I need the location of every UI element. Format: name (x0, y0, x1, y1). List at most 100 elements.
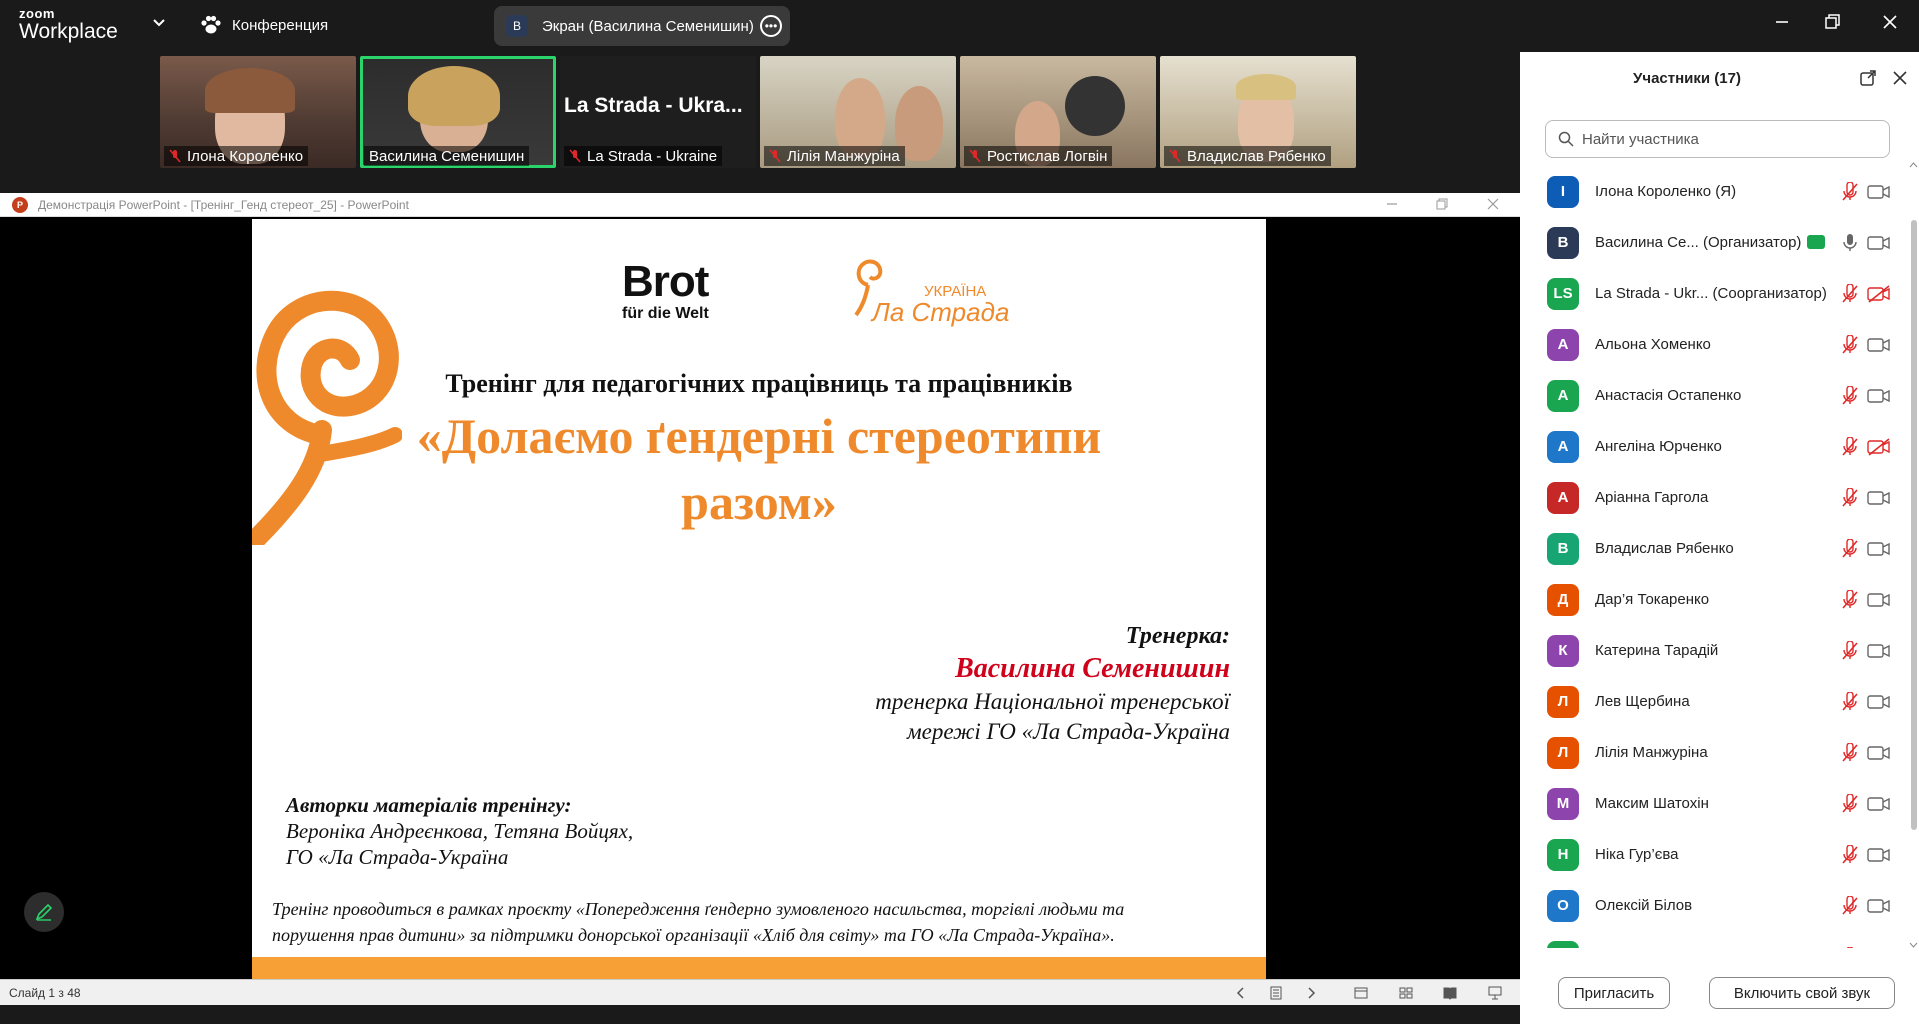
participant-row[interactable]: А Альона Хоменко (1520, 319, 1908, 370)
close-window-icon[interactable] (1880, 12, 1900, 32)
participant-avatar: Л (1547, 685, 1579, 718)
mic-muted-icon[interactable] (1840, 691, 1860, 712)
logo-bottom-text: Workplace (19, 20, 118, 43)
camera-icon[interactable] (1867, 488, 1891, 508)
participant-row[interactable]: І Ілона Короленко (Я) (1520, 166, 1908, 217)
search-input[interactable] (1582, 130, 1872, 148)
participant-avatar: В (1547, 532, 1579, 565)
participant-row[interactable]: LS La Strada - Ukr... (Соорганизатор) (1520, 268, 1908, 319)
trainer-description-line1: тренерка Національної тренерської (875, 689, 1230, 714)
mic-muted-icon[interactable] (1840, 946, 1860, 949)
previous-slide-icon[interactable] (1233, 985, 1249, 1001)
camera-icon[interactable] (1867, 539, 1891, 559)
scroll-up-icon[interactable] (1908, 160, 1919, 170)
participant-row[interactable]: В Владислав Рябенко (1520, 523, 1908, 574)
camera-icon[interactable] (1867, 182, 1891, 202)
meeting-button[interactable]: Конференция (200, 15, 328, 35)
ppt-restore-icon[interactable] (1435, 197, 1449, 211)
camera-off-icon[interactable] (1867, 437, 1891, 457)
slide-list-icon[interactable] (1268, 985, 1284, 1001)
ppt-close-icon[interactable] (1486, 197, 1500, 211)
video-thumb-2[interactable]: Василина Семенишин (360, 56, 556, 168)
participant-row[interactable]: К Катерина Тарадій (1520, 625, 1908, 676)
unmute-self-button[interactable]: Включить свой звук (1709, 977, 1895, 1009)
footer-line1: Тренінг проводиться в рамках проєкту «По… (272, 899, 1125, 919)
participant-row[interactable]: А Анастасія Остапенко (1520, 370, 1908, 421)
mic-muted-icon[interactable] (1840, 436, 1860, 457)
camera-icon[interactable] (1867, 896, 1891, 916)
participant-row[interactable]: РРостислав Логвін (1520, 931, 1908, 948)
restore-icon[interactable] (1822, 12, 1842, 32)
participant-name-text: Альона Хоменко (1595, 336, 1711, 353)
next-slide-icon[interactable] (1303, 985, 1319, 1001)
participant-name: Ілона Короленко (Я) (1595, 183, 1736, 200)
close-icon[interactable] (1892, 70, 1908, 86)
video-thumb-4[interactable]: Лілія Манжуріна (760, 56, 956, 168)
thumb-name: Владислав Рябенко (1187, 147, 1326, 165)
thumb-display-text: La Strada - Ukra... (564, 94, 743, 117)
slideshow-icon[interactable] (1487, 985, 1503, 1001)
participant-row[interactable]: Н Ніка Гур’єва (1520, 829, 1908, 880)
participant-row[interactable]: Л Лев Щербина (1520, 676, 1908, 727)
participant-name: Владислав Рябенко (1595, 540, 1734, 557)
popout-icon[interactable] (1859, 69, 1877, 87)
la-strada-logo-text: Ла Страда (872, 297, 1010, 327)
mic-muted-icon[interactable] (1840, 181, 1860, 202)
more-icon[interactable]: ••• (760, 15, 782, 37)
video-thumb-3[interactable]: La Strada - Ukra... La Strada - Ukraine (560, 56, 756, 168)
camera-icon[interactable] (1867, 692, 1891, 712)
reading-view-icon[interactable] (1442, 985, 1458, 1001)
slide-sorter-icon[interactable] (1398, 985, 1414, 1001)
mic-icon[interactable] (1840, 233, 1860, 253)
invite-button[interactable]: Пригласить (1558, 977, 1670, 1009)
mic-muted-icon[interactable] (1840, 844, 1860, 865)
camera-icon[interactable] (1867, 233, 1891, 253)
slide-subtitle: Тренінг для педагогічних працівниць та п… (445, 369, 1073, 398)
mic-muted-icon[interactable] (1840, 742, 1860, 763)
participant-row[interactable]: Д Дар’я Токаренко (1520, 574, 1908, 625)
participant-row[interactable]: А Ангеліна Юрченко (1520, 421, 1908, 472)
ppt-minimize-icon[interactable] (1385, 197, 1399, 211)
scroll-thumb[interactable] (1911, 220, 1917, 830)
video-thumb-5[interactable]: Ростислав Логвін (960, 56, 1156, 168)
participant-row[interactable]: В Василина Се... (Организатор) (1520, 217, 1908, 268)
screen-share-pill[interactable]: В Экран (Василина Семенишин) ••• (494, 6, 790, 46)
mic-muted-icon[interactable] (1840, 895, 1860, 916)
participant-row[interactable]: О Олексій Білов (1520, 880, 1908, 931)
mic-muted-icon (569, 149, 581, 163)
mic-muted-icon[interactable] (1840, 334, 1860, 355)
camera-off-icon[interactable] (1867, 284, 1891, 304)
mic-muted-icon[interactable] (1840, 538, 1860, 559)
camera-icon[interactable] (1867, 845, 1891, 865)
participant-avatar: А (1547, 379, 1579, 412)
mic-muted-icon[interactable] (1840, 385, 1860, 406)
camera-icon[interactable] (1867, 743, 1891, 763)
camera-icon[interactable] (1867, 947, 1891, 949)
chevron-down-icon[interactable] (152, 16, 166, 30)
trainer-label: Тренерка: (1125, 623, 1230, 649)
participant-row[interactable]: Л Лілія Манжуріна (1520, 727, 1908, 778)
video-thumb-6[interactable]: Владислав Рябенко (1160, 56, 1356, 168)
mic-muted-icon[interactable] (1840, 283, 1860, 304)
normal-view-icon[interactable] (1353, 985, 1369, 1001)
scroll-down-icon[interactable] (1908, 940, 1919, 950)
camera-icon[interactable] (1867, 590, 1891, 610)
mic-muted-icon[interactable] (1840, 793, 1860, 814)
camera-icon[interactable] (1867, 794, 1891, 814)
mic-muted-icon[interactable] (1840, 589, 1860, 610)
mic-muted-icon[interactable] (1840, 487, 1860, 508)
participant-row[interactable]: М Максим Шатохін (1520, 778, 1908, 829)
thumb-name-tag: Ілона Короленко (164, 146, 309, 166)
participant-row[interactable]: А Аріанна Гаргола (1520, 472, 1908, 523)
participant-avatar: О (1547, 889, 1579, 922)
annotate-button[interactable] (24, 892, 64, 932)
minimize-icon[interactable] (1772, 12, 1792, 32)
participant-name: Василина Се... (Организатор) (1595, 234, 1826, 251)
camera-icon[interactable] (1867, 641, 1891, 661)
video-thumb-1[interactable]: Ілона Короленко (160, 56, 356, 168)
participant-search[interactable] (1545, 120, 1890, 158)
camera-icon[interactable] (1867, 386, 1891, 406)
camera-icon[interactable] (1867, 335, 1891, 355)
mic-muted-icon[interactable] (1840, 640, 1860, 661)
participant-scrollbar[interactable] (1908, 160, 1919, 950)
